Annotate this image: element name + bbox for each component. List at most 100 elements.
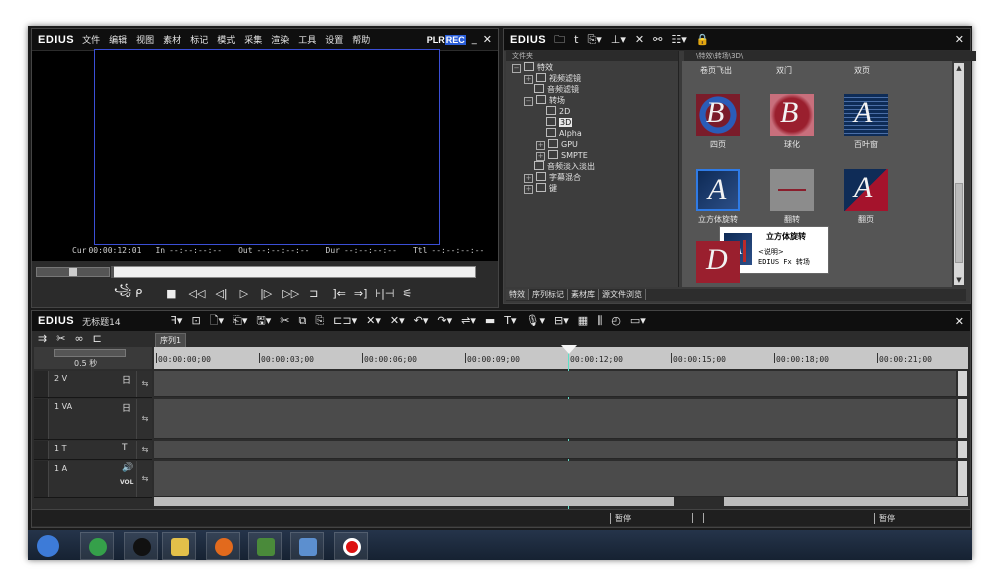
mark-out-icon[interactable]: ᑭ (135, 287, 142, 300)
position-handle[interactable] (111, 266, 114, 278)
sync-lock-icon[interactable]: ⇆ (136, 371, 153, 397)
track-lane[interactable] (154, 399, 956, 439)
effect-thumbnail[interactable]: B (696, 94, 740, 136)
menu-item[interactable]: 编辑 (109, 36, 127, 46)
stop-icon[interactable]: ■ (166, 287, 176, 300)
scroll-up-icon[interactable]: ▲ (954, 63, 964, 73)
expand-toggle-icon[interactable]: + (536, 152, 545, 161)
track-scrollbar[interactable] (958, 371, 967, 396)
qq-icon[interactable] (124, 532, 158, 560)
folder-tree-item[interactable]: + 视频滤镜 (512, 73, 678, 84)
effect-label[interactable]: 四页 (688, 139, 748, 150)
new-file-icon[interactable]: 🗋▾ (210, 314, 224, 328)
play-icon[interactable]: ▷ (240, 287, 248, 300)
link-icon[interactable]: ∞ (74, 332, 83, 346)
title-icon[interactable]: T▾ (504, 314, 516, 328)
menu-item[interactable]: 标记 (190, 36, 208, 46)
track-header[interactable]: 2 V 日 ⇆ (34, 371, 152, 398)
folder-tree-item[interactable]: Alpha (512, 128, 678, 139)
folder-tree-item[interactable]: 2D (512, 106, 678, 117)
menu-item[interactable]: 渲染 (271, 36, 289, 46)
paste-icon[interactable]: ⎘ (315, 314, 324, 328)
expand-toggle-icon[interactable]: + (524, 185, 533, 194)
menu-item[interactable]: 素材 (163, 36, 181, 46)
ripple-delete-icon[interactable]: ✕▾ (390, 314, 405, 328)
properties-icon[interactable]: ⚯ (653, 33, 662, 47)
step-forward-icon[interactable]: |▷ (260, 287, 272, 300)
file-explorer-icon[interactable] (162, 532, 196, 560)
mix-mode-icon[interactable]: ⇌▾ (461, 314, 476, 328)
effect-thumbnail[interactable]: D (696, 241, 740, 283)
clock-icon[interactable]: ◴ (611, 314, 621, 328)
trim-icon[interactable]: ⊦|⊣ (375, 287, 394, 300)
sequence-tab[interactable]: 序列1 (155, 333, 187, 348)
razor-icon[interactable]: ✂ (56, 332, 65, 346)
folder-tree-item[interactable]: 音频滤镜 (512, 84, 678, 95)
save-icon[interactable]: 🖫▾ (256, 314, 271, 328)
redo-icon[interactable]: ↷▾ (437, 314, 452, 328)
folder-tree-item[interactable]: − 转场 (512, 95, 678, 106)
library-tab[interactable]: 源文件浏览 (599, 289, 646, 300)
mixer-icon[interactable]: ⫼ (597, 314, 602, 328)
add-clip-icon[interactable]: ⎘▾ (587, 33, 601, 47)
plr-button[interactable]: PLR (427, 35, 445, 45)
expand-toggle-icon[interactable]: + (524, 174, 533, 183)
sync-lock-icon[interactable]: ⇆ (136, 399, 153, 439)
track-patch[interactable] (34, 399, 49, 439)
step-back-icon[interactable]: ◁| (215, 287, 227, 300)
close-icon[interactable]: ✕ (483, 33, 492, 46)
effect-label[interactable]: 百叶窗 (836, 139, 896, 150)
360-browser-icon[interactable] (80, 532, 114, 560)
scroll-down-icon[interactable]: ▼ (954, 275, 964, 285)
library-tab[interactable]: 素材库 (568, 289, 599, 300)
fast-forward-icon[interactable]: ▷▷ (282, 287, 299, 300)
menu-item[interactable]: 视图 (136, 36, 154, 46)
expand-toggle-icon[interactable]: + (536, 141, 545, 150)
edius-app-icon[interactable] (248, 532, 282, 560)
loop-icon[interactable]: ⊐ (309, 287, 318, 300)
volume-toggle[interactable]: VOL (120, 479, 133, 486)
up-folder-icon[interactable]: t (574, 33, 578, 47)
track-visibility-icon[interactable]: T (122, 443, 128, 453)
folder-tree-item[interactable]: 音频淡入淡出 (512, 161, 678, 172)
menu-item[interactable]: 采集 (244, 36, 262, 46)
overwrite-icon[interactable]: ⇒] (354, 287, 368, 300)
track-lane[interactable] (154, 441, 956, 459)
paste-insert-icon[interactable]: ⊏⊐▾ (333, 314, 357, 328)
zoom-slider[interactable] (54, 349, 126, 357)
track-header[interactable]: 1 T T ⇆ (34, 441, 152, 460)
menu-item[interactable]: 工具 (298, 36, 316, 46)
track-header[interactable]: 1 VA 日 ⇆ (34, 399, 152, 440)
rewind-icon[interactable]: ◁◁ (189, 287, 206, 300)
copy-icon[interactable]: ⧉ (298, 314, 306, 328)
cut-icon[interactable]: ✂ (280, 314, 289, 328)
playhead-marker[interactable] (561, 345, 577, 354)
expand-toggle-icon[interactable]: − (512, 64, 521, 73)
effect-label[interactable]: 翻转 (762, 214, 822, 225)
lock-icon[interactable]: 🔒 (696, 33, 710, 47)
expand-toggle-icon[interactable]: − (524, 97, 533, 106)
layout-icon[interactable]: ▦ (578, 314, 588, 328)
sync-lock-icon[interactable]: ⇆ (136, 441, 153, 459)
undo-icon[interactable]: ↶▾ (414, 314, 429, 328)
sync-icon[interactable]: ▬ (485, 314, 495, 328)
library-close-icon[interactable]: ✕ (955, 33, 964, 46)
timeline-hscroll[interactable] (154, 497, 968, 506)
library-tab[interactable]: 序列标记 (529, 289, 568, 300)
sequence-icon[interactable]: ⊥▾ (611, 33, 626, 47)
track-scrollbar[interactable] (958, 461, 967, 496)
settings-icon[interactable]: ⚟ (402, 287, 412, 300)
delete-icon[interactable]: ✕ (635, 33, 644, 47)
folder-tree-item[interactable]: + GPU (512, 139, 678, 150)
firefox-icon[interactable] (206, 532, 240, 560)
folder-tree-item[interactable]: + SMPTE (512, 150, 678, 161)
track-scrollbar[interactable] (958, 399, 967, 438)
jog-slider[interactable] (36, 267, 110, 277)
track-scrollbar[interactable] (958, 441, 967, 458)
track-header[interactable]: 1 A 🔊 VOL ⇆ (34, 461, 152, 498)
effect-label[interactable]: 卷页飞出 (686, 65, 746, 76)
notes-app-icon[interactable] (290, 532, 324, 560)
menu-item[interactable]: 帮助 (352, 36, 370, 46)
effect-label[interactable]: 球化 (762, 139, 822, 150)
effect-thumbnail[interactable]: A (696, 169, 740, 211)
